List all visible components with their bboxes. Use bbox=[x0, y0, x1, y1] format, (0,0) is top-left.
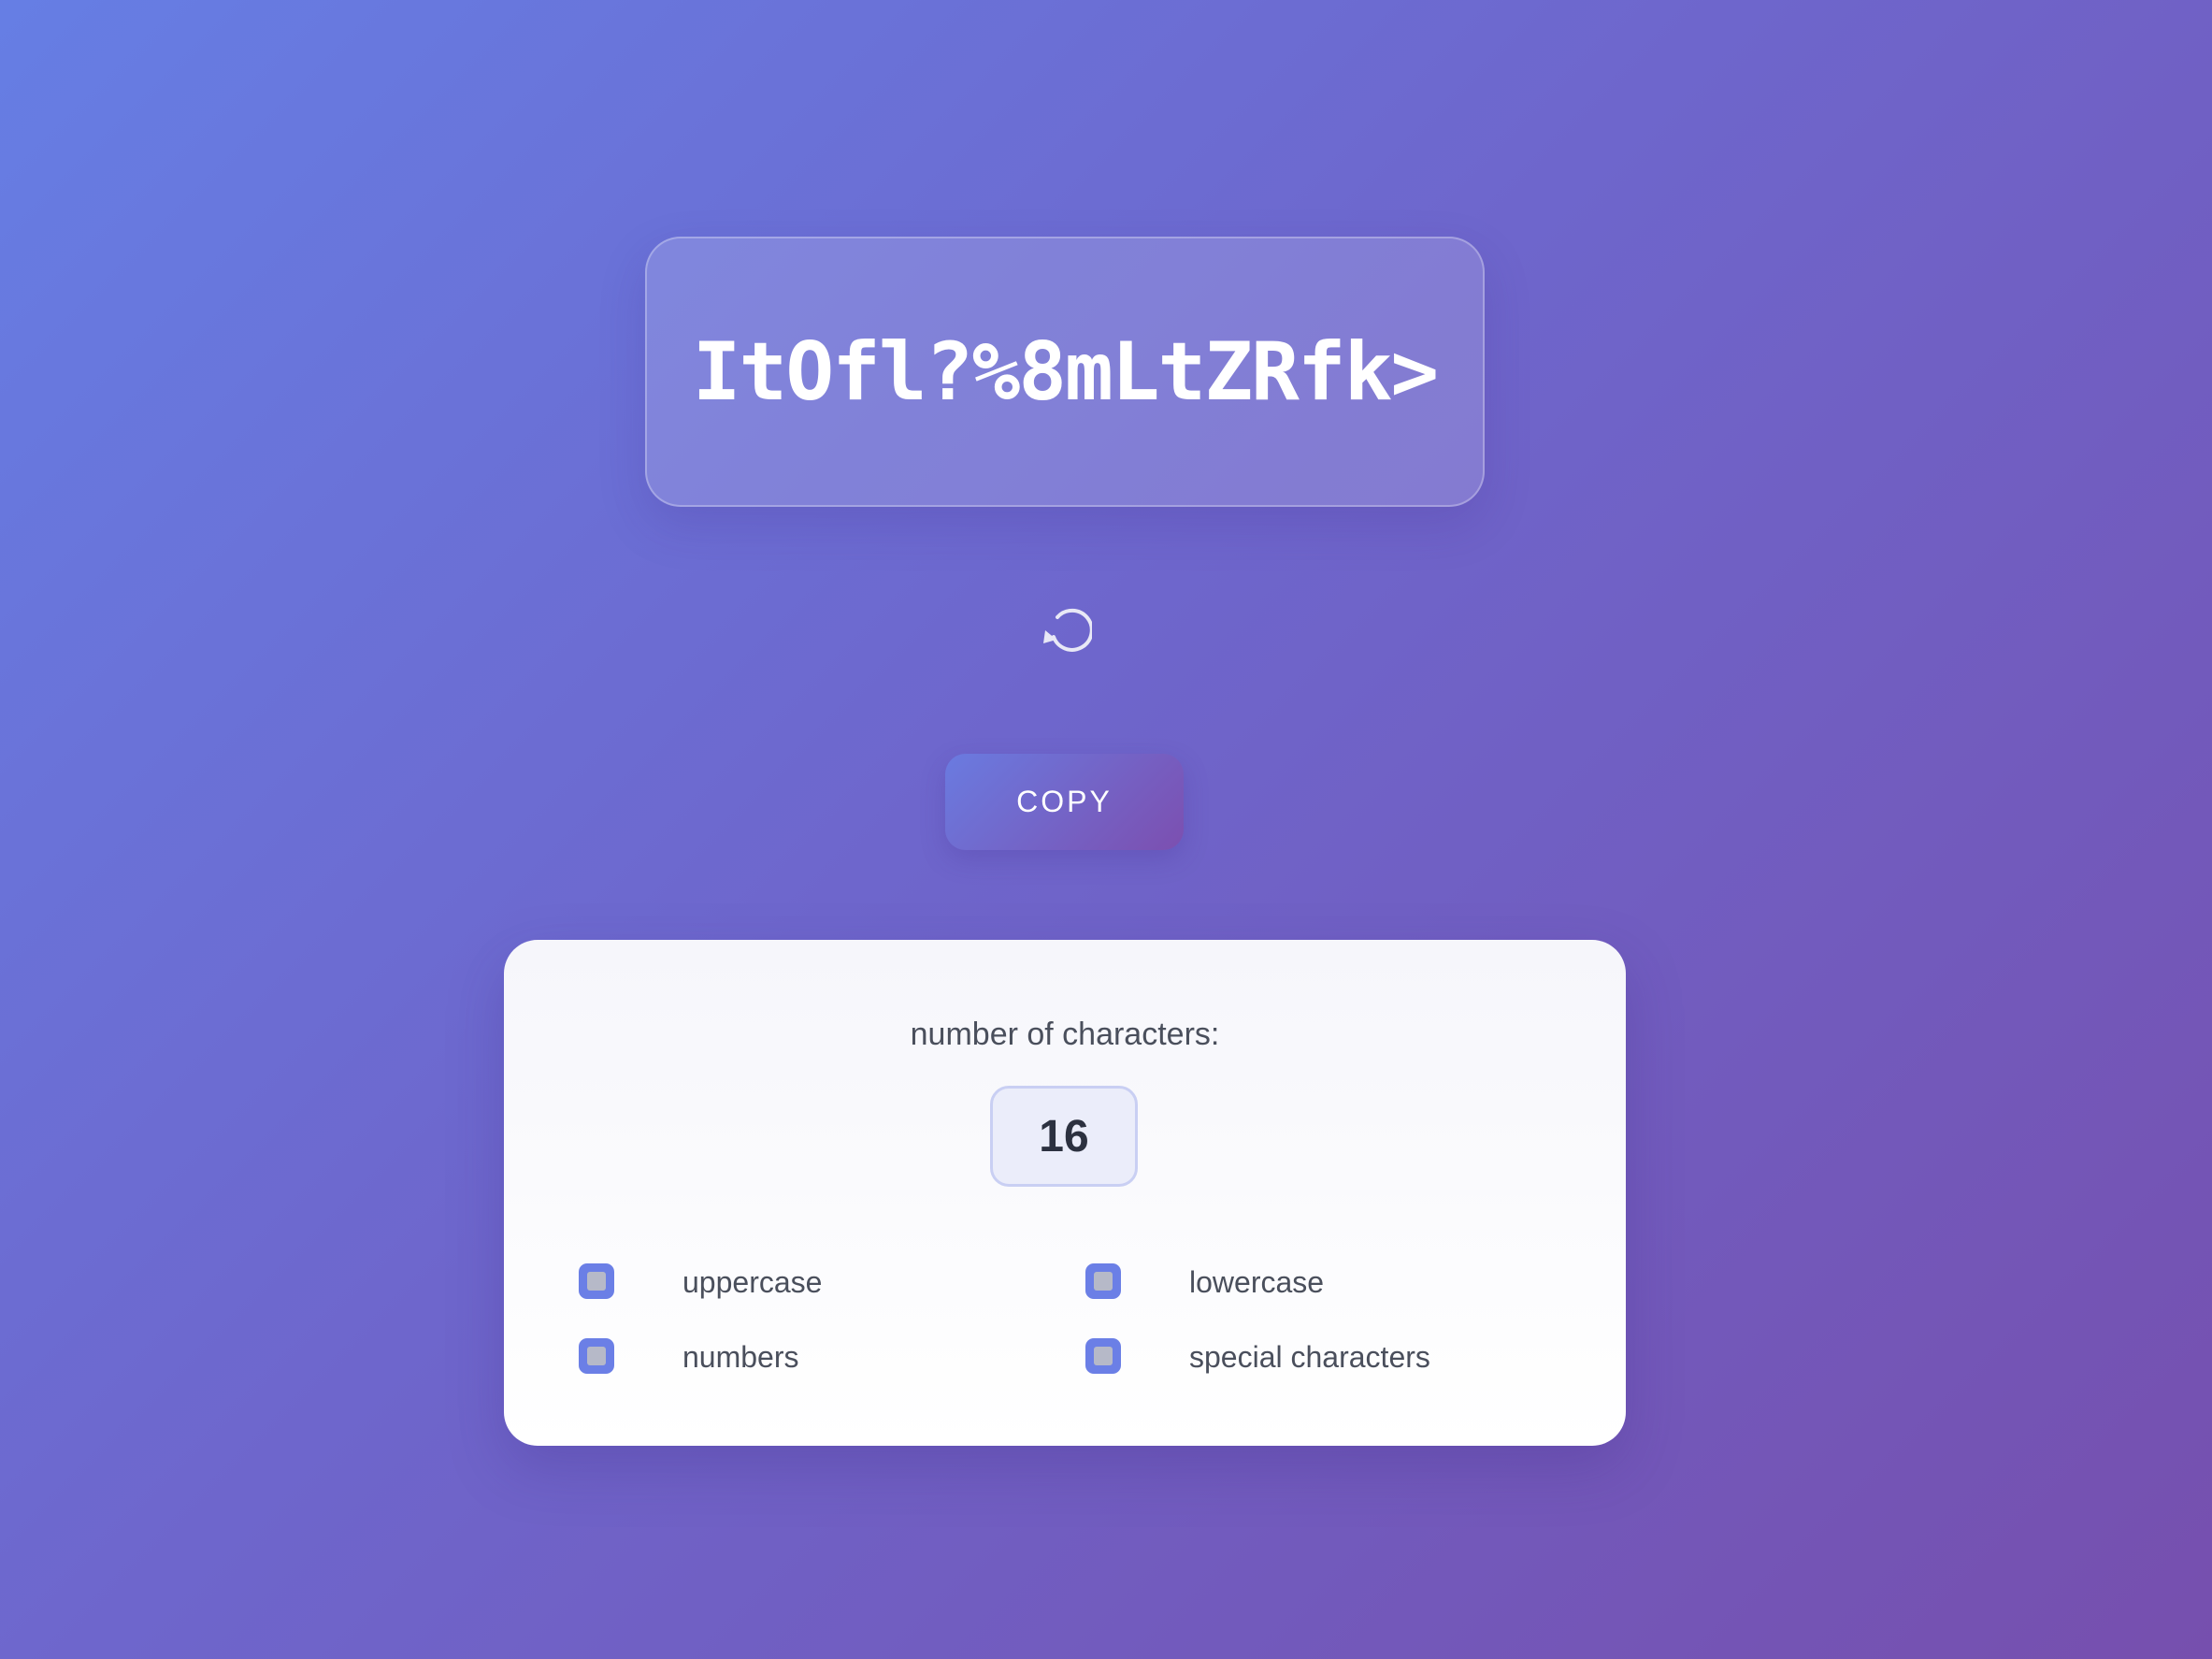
checkbox-indicator bbox=[587, 1347, 606, 1365]
refresh-icon bbox=[1043, 608, 1092, 652]
numbers-label: numbers bbox=[682, 1340, 799, 1374]
checkbox-indicator bbox=[1094, 1272, 1113, 1291]
lowercase-label: lowercase bbox=[1189, 1265, 1325, 1299]
regenerate-button[interactable] bbox=[1034, 599, 1092, 656]
option-uppercase[interactable]: uppercase bbox=[579, 1258, 971, 1305]
option-numbers[interactable]: numbers bbox=[579, 1333, 971, 1379]
checkbox-indicator bbox=[587, 1272, 606, 1291]
uppercase-label: uppercase bbox=[682, 1265, 823, 1299]
password-display: ItOfl?%8mLtZRfk> bbox=[645, 237, 1485, 507]
copy-button[interactable]: COPY bbox=[945, 754, 1184, 850]
special-characters-label: special characters bbox=[1189, 1340, 1430, 1374]
generated-password: ItOfl?%8mLtZRfk> bbox=[692, 325, 1439, 419]
option-lowercase[interactable]: lowercase bbox=[1085, 1258, 1534, 1305]
option-special-characters[interactable]: special characters bbox=[1085, 1333, 1534, 1379]
settings-card: number of characters: uppercase lowercas… bbox=[504, 940, 1626, 1446]
uppercase-checkbox[interactable] bbox=[579, 1263, 614, 1299]
length-label: number of characters: bbox=[910, 1017, 1220, 1052]
lowercase-checkbox[interactable] bbox=[1085, 1263, 1121, 1299]
special-characters-checkbox[interactable] bbox=[1085, 1338, 1121, 1374]
length-input[interactable] bbox=[990, 1086, 1138, 1187]
checkbox-indicator bbox=[1094, 1347, 1113, 1365]
numbers-checkbox[interactable] bbox=[579, 1338, 614, 1374]
